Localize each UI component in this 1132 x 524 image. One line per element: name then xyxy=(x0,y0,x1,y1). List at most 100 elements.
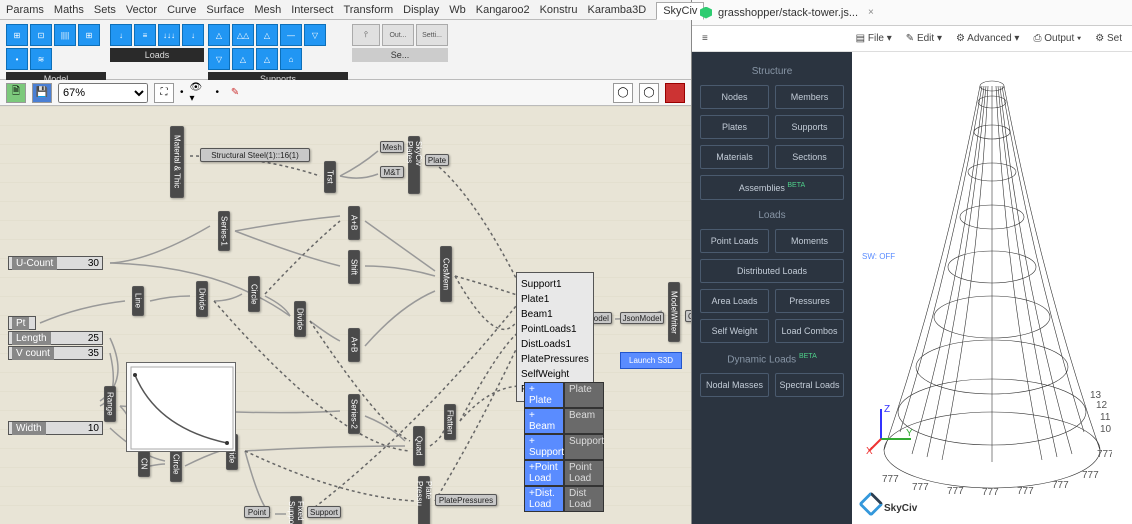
menu-curve[interactable]: Curve xyxy=(167,4,196,16)
menu-karamba3d[interactable]: Karamba3D xyxy=(587,4,646,16)
slider-pt[interactable]: Pt xyxy=(8,316,36,330)
ribbon-icon[interactable]: △ xyxy=(256,48,278,70)
node[interactable]: PlatePressures xyxy=(435,494,497,506)
record-button[interactable] xyxy=(665,83,685,103)
node[interactable]: Output xyxy=(685,310,691,322)
menu-display[interactable]: Display xyxy=(403,4,439,16)
new-file-button[interactable]: 🗎 xyxy=(6,83,26,103)
slider-width[interactable]: Width10 xyxy=(8,421,103,435)
add-element-menu[interactable]: + PlatePlate+ BeamBeam+ SupportSupport+P… xyxy=(524,382,604,512)
panel-button-self-weight[interactable]: Self Weight xyxy=(700,319,769,343)
ribbon-icon[interactable]: Out... xyxy=(382,24,414,46)
launch-s3d-button[interactable]: Launch S3D xyxy=(620,352,682,369)
node[interactable]: Plate xyxy=(425,154,449,166)
node[interactable]: ModelWriter xyxy=(668,282,680,342)
ribbon-icon[interactable]: ⌂ xyxy=(280,48,302,70)
panel-button-nodes[interactable]: Nodes xyxy=(700,85,769,109)
panel-button-nodal-masses[interactable]: Nodal Masses xyxy=(700,373,769,397)
node[interactable]: M&T xyxy=(380,166,404,178)
icon-button[interactable]: ◯ xyxy=(639,83,659,103)
panel-button-area-loads[interactable]: Area Loads xyxy=(700,289,769,313)
node[interactable]: Shift xyxy=(348,250,360,284)
preview-button[interactable]: 👁 ▾ xyxy=(190,83,210,103)
slider-u-count[interactable]: U-Count30 xyxy=(8,256,103,270)
menu-konstru[interactable]: Konstru xyxy=(540,4,578,16)
ribbon-icon[interactable]: ⊞ xyxy=(6,24,28,46)
menu-mesh[interactable]: Mesh xyxy=(254,4,281,16)
menu-params[interactable]: Params xyxy=(6,4,44,16)
node[interactable]: Divide xyxy=(294,301,306,337)
menu-icon[interactable]: ≡ xyxy=(702,33,708,44)
ribbon-icon[interactable]: ≋ xyxy=(30,48,52,70)
ribbon-icon[interactable]: △ xyxy=(208,24,230,46)
node[interactable]: JsonModel xyxy=(620,312,664,324)
panel-button-materials[interactable]: Materials xyxy=(700,145,769,169)
panel-button-plates[interactable]: Plates xyxy=(700,115,769,139)
sketch-button[interactable]: ✎ xyxy=(225,83,245,103)
close-tab-icon[interactable]: × xyxy=(868,7,874,18)
node[interactable]: A+B xyxy=(348,328,360,362)
advanced-menu[interactable]: ⚙ Advanced ▾ xyxy=(956,33,1019,44)
ribbon-icon[interactable]: △ xyxy=(232,48,254,70)
panel-button-members[interactable]: Members xyxy=(775,85,844,109)
menu-wb[interactable]: Wb xyxy=(449,4,466,16)
node[interactable]: Range xyxy=(104,386,116,422)
zoom-select[interactable]: 67% xyxy=(58,83,148,103)
node[interactable]: Series-1 xyxy=(218,211,230,251)
edit-menu[interactable]: ✎ Edit ▾ xyxy=(906,33,942,44)
panel-button-moments[interactable]: Moments xyxy=(775,229,844,253)
slider-v-count[interactable]: V count35 xyxy=(8,346,103,360)
menu-skyciv[interactable]: SkyCiv xyxy=(656,2,704,20)
menu-intersect[interactable]: Intersect xyxy=(291,4,333,16)
panel-button-spectral-loads[interactable]: Spectral Loads xyxy=(775,373,844,397)
menu-transform[interactable]: Transform xyxy=(343,4,393,16)
menu-maths[interactable]: Maths xyxy=(54,4,84,16)
output-menu[interactable]: ⎙ Output ▾ xyxy=(1033,33,1081,44)
node[interactable]: Series-2 xyxy=(348,394,360,434)
panel-button-distributed-loads[interactable]: Distributed Loads xyxy=(700,259,844,283)
icon-button[interactable]: ◯ xyxy=(613,83,633,103)
node[interactable]: Fixed Support xyxy=(290,496,302,524)
ribbon-icon[interactable]: △△ xyxy=(232,24,254,46)
panel-button-pressures[interactable]: Pressures xyxy=(775,289,844,313)
node[interactable]: A+B xyxy=(348,206,360,240)
node[interactable]: SkyCiv Plates xyxy=(408,136,420,194)
graph-panel[interactable] xyxy=(126,362,236,452)
node[interactable]: Line xyxy=(132,286,144,316)
node[interactable]: Structural Steel(1)::16(1) xyxy=(200,148,310,162)
node[interactable]: Circle xyxy=(248,276,260,312)
panel-button-load-combos[interactable]: Load Combos xyxy=(775,319,844,343)
node[interactable]: Support xyxy=(307,506,341,518)
panel-button-sections[interactable]: Sections xyxy=(775,145,844,169)
node-canvas[interactable]: U-Count30 PtLength25V count35 Width10 Mater… xyxy=(0,106,691,524)
menu-kangaroo2[interactable]: Kangaroo2 xyxy=(476,4,530,16)
ribbon-icon[interactable]: |||| xyxy=(54,24,76,46)
slider-length[interactable]: Length25 xyxy=(8,331,103,345)
node[interactable]: Divide xyxy=(196,281,208,317)
panel-button-point-loads[interactable]: Point Loads xyxy=(700,229,769,253)
menu-surface[interactable]: Surface xyxy=(206,4,244,16)
node[interactable]: Trst xyxy=(324,161,336,193)
ribbon-icon[interactable]: ▽ xyxy=(304,24,326,46)
ribbon-icon[interactable]: ↓ xyxy=(110,24,132,46)
node[interactable]: CN xyxy=(138,451,150,477)
ribbon-icon[interactable]: ⊡ xyxy=(30,24,52,46)
ribbon-icon[interactable]: ⫯ xyxy=(352,24,380,46)
node[interactable]: Mesh xyxy=(380,141,404,153)
ribbon-icon[interactable]: ≡ xyxy=(134,24,156,46)
node[interactable]: Material & Thic xyxy=(170,126,184,198)
ribbon-icon[interactable]: Setti... xyxy=(416,24,448,46)
ribbon-icon[interactable]: ▽ xyxy=(208,48,230,70)
ribbon-icon[interactable]: ↓↓↓ xyxy=(158,24,180,46)
menu-vector[interactable]: Vector xyxy=(126,4,157,16)
3d-viewport[interactable]: 777777777 777777777 77777710 111213 SW: … xyxy=(852,52,1132,524)
node[interactable]: CosMem xyxy=(440,246,452,302)
settings-menu[interactable]: ⚙ Set xyxy=(1095,33,1122,44)
fit-button[interactable]: ⛶ xyxy=(154,83,174,103)
node[interactable]: Point xyxy=(244,506,270,518)
node[interactable]: Flatten xyxy=(444,404,456,440)
save-button[interactable]: 💾 xyxy=(32,83,52,103)
menu-sets[interactable]: Sets xyxy=(94,4,116,16)
ribbon-icon[interactable]: △ xyxy=(256,24,278,46)
ribbon-icon[interactable]: ⊞ xyxy=(78,24,100,46)
